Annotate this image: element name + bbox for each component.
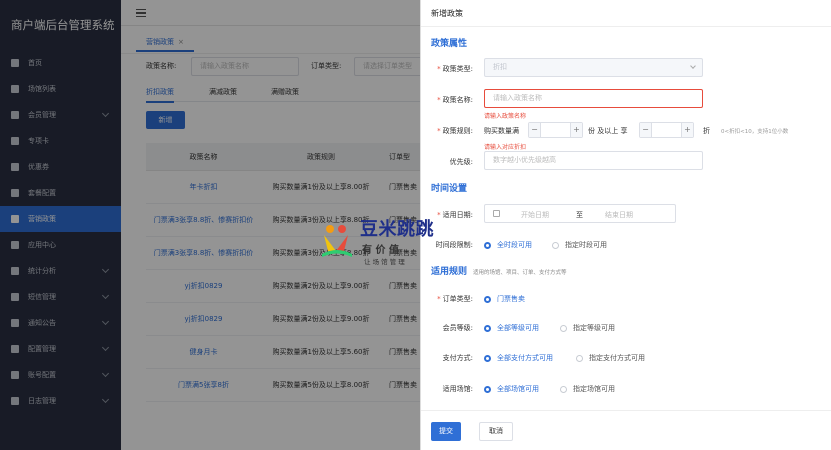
rule-hint: 0<折扣<10，支持1位小数 [721,129,789,135]
watermark-main-text: 豆米跳跳 [360,219,434,240]
policy-type-select[interactable]: 折扣 [484,58,703,77]
date-range-picker[interactable]: 开始日期 至 结束日期 [484,204,676,223]
radio-dot [484,324,491,332]
watermark-sub-text: 有 价 值 [362,245,399,256]
payment-label: 支付方式: [442,354,473,362]
radio-dot [484,385,491,393]
discount-stepper[interactable]: − + [639,122,694,138]
radio-custom-venues[interactable]: 指定场馆可用 [560,384,615,394]
submit-button[interactable]: 提交 [431,422,461,441]
minus-icon[interactable]: − [640,123,652,137]
quantity-stepper[interactable]: − + [528,122,583,138]
priority-label: 优先级: [449,158,473,166]
date-start: 开始日期 [521,211,549,219]
policy-name-input[interactable]: 请输入政策名称 [484,89,703,108]
radio-dot [576,354,583,362]
radio-dot [552,241,559,249]
watermark-logo-icon [322,225,352,257]
add-policy-drawer: 新增政策 政策属性 * 政策类型: 折扣 * 政策名称: 请输入政策名称 请输入政策… [420,0,831,450]
section-time-settings: 时间设置 [431,184,468,194]
radio-custom-payments[interactable]: 指定支付方式可用 [576,353,645,363]
radio-custom-levels[interactable]: 指定等级可用 [560,323,615,333]
policy-type-label: * 政策类型: [437,65,473,73]
policy-name-label: * 政策名称: [437,96,473,104]
policy-rule-label: * 政策规则: [437,127,473,135]
radio-all-venues[interactable]: 全部场馆可用 [484,384,539,394]
plus-icon[interactable]: + [681,123,693,137]
chevron-down-icon [690,63,696,69]
member-level-label: 会员等级: [442,324,473,332]
policy-name-error: 请输入政策名称 [484,113,527,120]
watermark-small-text: 让 场 馆 管 理 [364,258,405,266]
drawer-title: 新增政策 [431,9,463,18]
drawer-footer-divider [421,410,831,411]
priority-input[interactable]: 数字越小优先级越高 [484,151,703,170]
radio-custom-time[interactable]: 指定时段可用 [552,240,607,250]
minus-icon[interactable]: − [529,123,541,137]
radio-dot [484,295,491,303]
watermark: 豆米跳跳 有 价 值 让 场 馆 管 理 [318,213,448,268]
rule-mid: 份 及以上 享 [588,127,628,135]
radio-dot [560,385,567,393]
date-end: 结束日期 [605,211,633,219]
radio-all-payments[interactable]: 全部支付方式可用 [484,353,553,363]
section-policy-attributes: 政策属性 [431,39,468,49]
app-root: 商户端后台管理系统 首页 场馆列表 会员管理 专项卡 优惠券 套餐配置 营销政策 应用中心 统计… [0,0,831,450]
rule-error: 请输入对应折扣 [484,144,527,151]
radio-ticket-sale[interactable]: 门票售卖 [484,294,525,304]
plus-icon[interactable]: + [570,123,582,137]
venue-label: 适用场馆: [442,385,473,393]
policy-type-value: 折扣 [493,63,507,71]
radio-dot [484,241,491,249]
rule-suffix: 折 [703,127,710,135]
rule-prefix: 购买数量满 [484,127,519,135]
order-type-label: * 订单类型: [437,295,473,303]
calendar-icon [493,210,500,217]
cancel-button[interactable]: 取消 [479,422,513,441]
radio-dot [484,354,491,362]
radio-all-levels[interactable]: 全部等级可用 [484,323,539,333]
section-applicable-rules: 适用规则 适用的场馆、项目、订单、支付方式等 [431,267,567,277]
radio-dot [560,324,567,332]
section-rules-subtitle: 适用的场馆、项目、订单、支付方式等 [473,270,567,276]
drawer-divider [421,26,831,27]
date-separator: 至 [576,211,583,219]
radio-all-time[interactable]: 全时段可用 [484,240,532,250]
